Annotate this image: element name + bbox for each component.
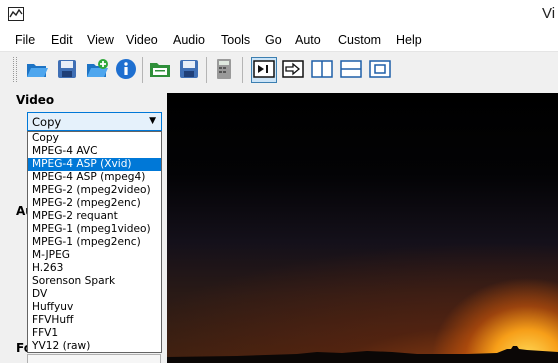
open-video-button[interactable] <box>24 57 50 83</box>
video-section-label: Video <box>16 93 55 107</box>
codec-option-mpeg2-mpeg2enc[interactable]: MPEG-2 (mpeg2enc) <box>28 197 161 210</box>
info-icon <box>115 58 137 83</box>
save-video-folder-button[interactable] <box>147 57 173 83</box>
codec-option-h263[interactable]: H.263 <box>28 262 161 275</box>
format-select[interactable] <box>27 354 161 363</box>
codec-option-mpeg1-mpeg2enc[interactable]: MPEG-1 (mpeg2enc) <box>28 236 161 249</box>
output-view-button[interactable] <box>280 57 306 83</box>
menu-bar: File Edit View Video Audio Tools Go Auto… <box>0 30 558 52</box>
title-bar: Vi <box>0 0 558 30</box>
toolbar <box>0 53 558 87</box>
toolbar-separator <box>206 57 207 83</box>
chevron-down-icon: ▼ <box>149 116 156 126</box>
menu-auto[interactable]: Auto <box>295 33 321 47</box>
horizon-silhouette <box>167 346 558 363</box>
append-video-button[interactable] <box>84 57 110 83</box>
calculator-button[interactable] <box>211 57 237 83</box>
append-icon <box>85 58 109 83</box>
menu-custom[interactable]: Custom <box>338 33 381 47</box>
codec-option-mjpeg[interactable]: M-JPEG <box>28 249 161 262</box>
toolbar-separator <box>242 57 243 83</box>
codec-option-mpeg1-mpeg1video[interactable]: MPEG-1 (mpeg1video) <box>28 223 161 236</box>
save-video-button[interactable] <box>176 57 202 83</box>
video-codec-value: Copy <box>32 115 62 129</box>
video-preview <box>167 93 558 363</box>
menu-go[interactable]: Go <box>265 33 282 47</box>
properties-button[interactable] <box>113 57 139 83</box>
toolbar-separator <box>142 57 143 83</box>
menu-tools[interactable]: Tools <box>221 33 250 47</box>
menu-audio[interactable]: Audio <box>173 33 205 47</box>
codec-option-mpeg4-asp-xvid[interactable]: MPEG-4 ASP (Xvid) <box>28 158 161 171</box>
save-icon <box>56 58 78 83</box>
codec-option-mpeg2-mpeg2video[interactable]: MPEG-2 (mpeg2video) <box>28 184 161 197</box>
top-bottom-icon <box>340 59 362 82</box>
menu-view[interactable]: View <box>87 33 114 47</box>
video-codec-select[interactable]: Copy ▼ <box>27 112 162 131</box>
output-view-icon <box>282 59 304 82</box>
codec-option-copy[interactable]: Copy <box>28 132 161 145</box>
menu-edit[interactable]: Edit <box>51 33 73 47</box>
codec-option-sorenson-spark[interactable]: Sorenson Spark <box>28 275 161 288</box>
menu-file[interactable]: File <box>15 33 35 47</box>
codec-option-mpeg4-asp-mpeg4[interactable]: MPEG-4 ASP (mpeg4) <box>28 171 161 184</box>
toolbar-grip[interactable] <box>13 57 17 82</box>
app-icon <box>8 7 24 21</box>
input-view-icon <box>253 59 275 82</box>
codec-option-ffv1[interactable]: FFV1 <box>28 327 161 340</box>
window-title: Vi <box>542 5 556 22</box>
codec-option-dv[interactable]: DV <box>28 288 161 301</box>
save-project-button[interactable] <box>54 57 80 83</box>
side-by-side-button[interactable] <box>309 57 335 83</box>
codec-option-yv12-raw[interactable]: YV12 (raw) <box>28 340 161 353</box>
side-by-side-icon <box>311 59 333 82</box>
codec-option-huffyuv[interactable]: Huffyuv <box>28 301 161 314</box>
save-folder-icon <box>148 58 172 83</box>
display-button[interactable] <box>367 57 393 83</box>
calculator-icon <box>215 58 233 83</box>
video-codec-dropdown: Copy MPEG-4 AVC MPEG-4 ASP (Xvid) MPEG-4… <box>27 131 162 353</box>
codec-option-ffvhuff[interactable]: FFVHuff <box>28 314 161 327</box>
open-folder-icon <box>25 58 49 83</box>
menu-video[interactable]: Video <box>126 33 158 47</box>
codec-option-mpeg2-requant[interactable]: MPEG-2 requant <box>28 210 161 223</box>
menu-help[interactable]: Help <box>396 33 422 47</box>
codec-option-mpeg4-avc[interactable]: MPEG-4 AVC <box>28 145 161 158</box>
top-bottom-button[interactable] <box>338 57 364 83</box>
save-video-icon <box>178 58 200 83</box>
input-view-button[interactable] <box>251 57 277 83</box>
display-icon <box>369 59 391 82</box>
